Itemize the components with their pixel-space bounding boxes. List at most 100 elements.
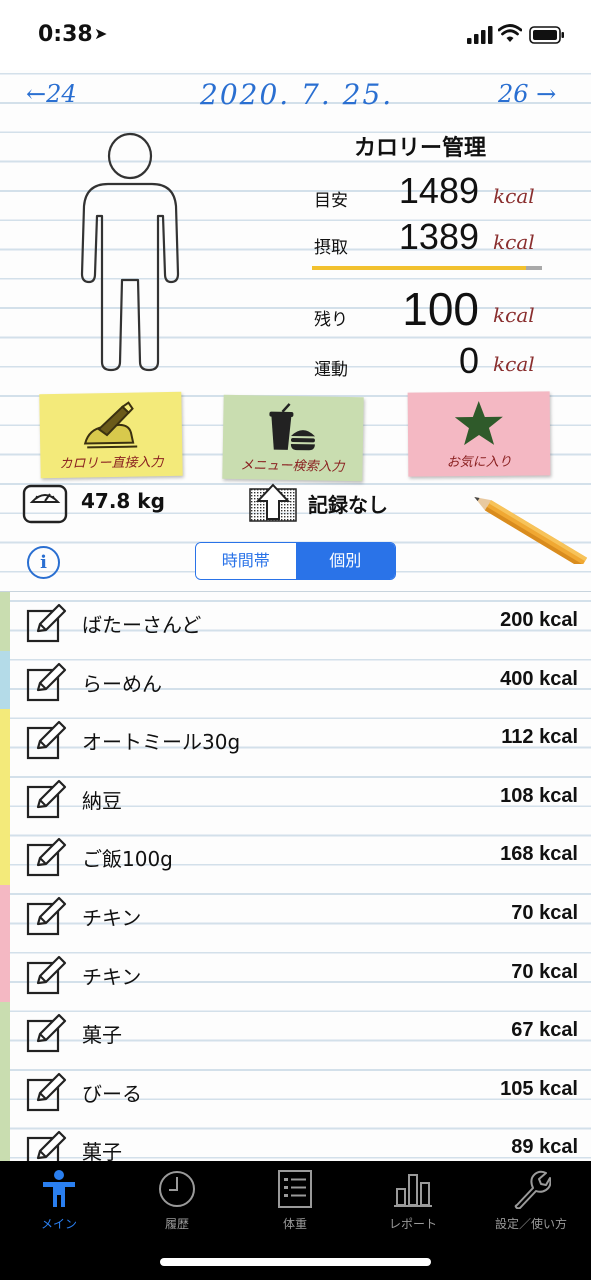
meal-name: らーめん [82,671,162,696]
edit-icon[interactable] [26,1130,68,1161]
meal-time-color-marker [0,943,10,1003]
exercise-unit: kcal [493,352,535,376]
tab-label: レポート [388,1217,437,1231]
tab-history[interactable]: 履歴 [118,1169,236,1239]
view-mode-segmented-control[interactable]: 時間帯 個別 [195,542,396,580]
edit-icon[interactable] [26,1072,68,1112]
meal-row[interactable]: チキン 70 kcal [0,885,591,944]
remaining-unit: kcal [493,303,535,327]
meal-name: チキン [82,906,142,930]
food-drink-icon [269,403,316,451]
tab-label: メイン [40,1217,77,1231]
meal-time-color-marker [0,1002,10,1061]
meal-time-color-marker [0,1060,10,1120]
meal-name: 菓子 [82,1140,122,1161]
intake-value: 1389 [398,216,479,257]
calorie-progress-bar [312,266,542,270]
status-bar: 0:38 ➤ [0,0,591,70]
direct-input-button[interactable]: カロリー直接入力 [39,391,183,479]
scale-icon[interactable] [22,484,68,524]
meal-row[interactable]: 菓子 67 kcal [0,1002,591,1061]
meal-name: 納豆 [82,788,122,813]
exercise-label: 運動 [314,360,348,380]
record-status: 記録なし [308,493,388,517]
home-indicator [160,1258,431,1266]
status-time: 0:38 [38,22,93,47]
edit-icon[interactable] [26,662,68,702]
segment-individual[interactable]: 個別 [295,543,395,579]
meal-kcal: 70 kcal [511,902,578,924]
intake-label: 摂取 [314,238,348,258]
tab-label: 体重 [282,1217,307,1231]
edit-icon[interactable] [26,837,68,877]
location-arrow-icon: ➤ [94,24,108,43]
intake-unit: kcal [493,230,535,254]
bar-chart-icon [394,1174,432,1207]
meal-name: ばたーさんど [82,613,202,637]
next-day-button[interactable]: 26 → [498,80,556,108]
tab-main[interactable]: メイン [0,1169,118,1239]
edit-icon[interactable] [26,720,68,760]
meal-name: 菓子 [82,1023,122,1048]
battery-icon [529,26,564,44]
meal-row[interactable]: らーめん 400 kcal [0,650,591,710]
direct-input-label: カロリー直接入力 [59,455,164,472]
clock-icon [159,1171,195,1207]
meal-row[interactable]: ご飯100g 168 kcal [0,826,591,885]
target-value: 1489 [398,170,479,211]
meal-kcal: 89 kcal [511,1136,578,1159]
meal-kcal: 112 kcal [501,726,578,749]
favorites-button[interactable]: お気に入り [407,391,551,477]
remaining-value: 100 [402,283,479,335]
meal-kcal: 70 kcal [511,960,578,983]
meal-kcal: 400 kcal [500,667,578,690]
body-figure-icon [80,132,180,372]
meal-kcal: 168 kcal [500,843,578,866]
edit-icon[interactable] [26,603,68,643]
meal-row[interactable]: びーる 105 kcal [0,1060,591,1120]
tab-weight[interactable]: 体重 [236,1169,354,1239]
upload-photo-icon[interactable] [248,483,298,523]
hand-writing-icon [83,401,138,449]
person-icon [43,1170,75,1207]
segment-time-period[interactable]: 時間帯 [196,543,296,579]
meal-time-color-marker [0,885,10,944]
tab-settings[interactable]: 設定／使い方 [472,1169,590,1239]
meal-time-color-marker [0,592,10,651]
signal-icon [467,26,493,44]
meal-time-color-marker [0,650,10,710]
meal-name: びーる [82,1081,142,1106]
calorie-progress-fill [312,266,526,270]
menu-search-button[interactable]: メニュー検索入力 [222,394,364,482]
calorie-title: カロリー管理 [354,136,487,161]
date-title: 2020. 7. 25. [200,78,394,111]
edit-icon[interactable] [26,896,68,936]
meal-row[interactable]: 菓子 89 kcal [0,1119,591,1161]
exercise-value: 0 [458,340,479,381]
meal-list[interactable]: ばたーさんど 200 kcal らーめん 400 kcal オートミール30g 112 k… [0,591,591,1161]
meal-time-color-marker [0,1119,10,1161]
meal-row[interactable]: チキン 70 kcal [0,943,591,1003]
menu-search-label: メニュー検索入力 [240,458,345,475]
meal-row[interactable]: 納豆 108 kcal [0,767,591,827]
star-icon [454,401,503,446]
meal-time-color-marker [0,826,10,885]
edit-icon[interactable] [26,955,68,995]
weight-value[interactable]: 47.8 kg [81,489,165,513]
meal-row[interactable]: オートミール30g 112 kcal [0,709,591,768]
tab-report[interactable]: レポート [354,1169,472,1239]
tab-label: 履歴 [164,1217,189,1231]
info-icon[interactable]: i [27,546,60,579]
wifi-icon [498,24,522,42]
meal-time-color-marker [0,709,10,768]
previous-day-button[interactable]: ←24 [26,80,77,108]
meal-row[interactable]: ばたーさんど 200 kcal [0,592,591,651]
edit-icon[interactable] [26,779,68,819]
wrench-icon [514,1170,551,1209]
edit-icon[interactable] [26,1013,68,1053]
pencil-icon [474,496,588,564]
favorites-label: お気に入り [446,454,512,471]
meal-name: チキン [82,964,142,989]
meal-kcal: 200 kcal [500,609,578,631]
meal-kcal: 67 kcal [511,1019,578,1042]
